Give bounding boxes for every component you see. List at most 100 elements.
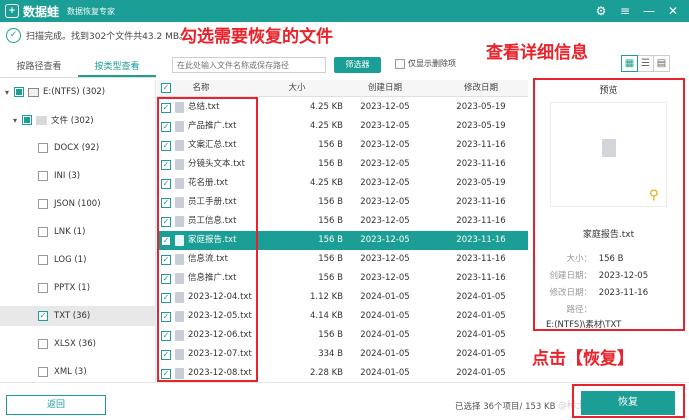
scan-status-text: 扫描完成。找到302个文件共43.2 MB。 <box>26 31 189 42</box>
tree-node-type[interactable]: LOG (1) <box>38 250 86 270</box>
tree-node-type[interactable]: JSON (100) <box>38 194 101 214</box>
file-created: 2024-01-05 <box>360 349 410 359</box>
back-button[interactable]: 返回 <box>6 395 106 415</box>
file-size: 156 B <box>318 197 343 207</box>
file-created: 2024-01-05 <box>360 311 410 321</box>
tree-node-type[interactable]: INI (3) <box>38 166 80 186</box>
file-modified: 2024-01-05 <box>456 292 506 302</box>
minimize-icon[interactable]: — <box>637 0 661 22</box>
annotation-view-details: 查看详细信息 <box>486 43 588 63</box>
app-subtitle: 数据恢复专家 <box>67 6 116 16</box>
file-size: 2.28 KB <box>309 368 343 378</box>
search-input[interactable] <box>172 57 326 73</box>
tree-node-type[interactable]: XLSX (36) <box>38 334 96 354</box>
tree-node-folder[interactable]: ▾ 文件 (302) <box>10 110 94 130</box>
column-size[interactable]: 大小 <box>269 80 325 97</box>
type-checkbox[interactable]: ✓ <box>38 311 48 321</box>
drive-checkbox[interactable] <box>14 87 24 97</box>
file-created: 2023-12-05 <box>360 235 410 245</box>
tree-node-type[interactable]: LNK (1) <box>38 222 85 242</box>
tree-node-label: E:(NTFS) (302) <box>43 87 106 97</box>
menu-icon[interactable]: ≡ <box>613 0 637 22</box>
column-modified[interactable]: 修改日期 <box>441 80 521 97</box>
file-created: 2023-12-05 <box>360 159 410 169</box>
file-modified: 2024-01-05 <box>456 349 506 359</box>
type-checkbox[interactable] <box>38 171 48 181</box>
settings-icon[interactable]: ⚙ <box>589 0 613 22</box>
type-checkbox[interactable] <box>38 367 48 377</box>
chevron-down-icon[interactable]: ▾ <box>2 88 12 97</box>
folder-icon <box>36 115 47 125</box>
annotation-click-recover: 点击【恢复】 <box>532 349 634 369</box>
filter-button[interactable]: 筛选器 <box>334 57 381 73</box>
type-label: DOCX (92) <box>54 143 100 153</box>
window-controls: ⚙ ≡ — ✕ <box>589 0 685 22</box>
file-size: 4.25 KB <box>309 102 343 112</box>
app-logo: + 数据蛙 <box>5 3 59 20</box>
type-checkbox[interactable] <box>38 227 48 237</box>
drive-icon <box>28 87 39 97</box>
close-icon[interactable]: ✕ <box>661 0 685 22</box>
file-size: 334 B <box>318 349 343 359</box>
type-checkbox[interactable] <box>38 339 48 349</box>
file-modified: 2023-05-19 <box>456 178 506 188</box>
type-label: XLSX (36) <box>54 339 96 349</box>
type-checkbox[interactable] <box>38 255 48 265</box>
file-modified: 2023-11-16 <box>456 273 506 283</box>
file-created: 2024-01-05 <box>360 292 410 302</box>
app-logo-icon: + <box>5 4 19 18</box>
file-modified: 2023-11-16 <box>456 254 506 264</box>
column-created[interactable]: 创建日期 <box>345 80 425 97</box>
file-created: 2024-01-05 <box>360 330 410 340</box>
tree-node-type[interactable]: ✓ TXT (36) <box>0 306 155 326</box>
file-modified: 2023-11-16 <box>456 235 506 245</box>
type-label: LNK (1) <box>54 227 86 237</box>
file-created: 2023-12-05 <box>360 121 410 131</box>
file-size: 4.14 KB <box>309 311 343 321</box>
file-created: 2023-12-05 <box>360 140 410 150</box>
file-size: 4.25 KB <box>309 121 343 131</box>
grid-view-icon[interactable]: ▦ <box>621 55 638 72</box>
column-name[interactable]: 名称 <box>177 80 225 97</box>
type-label: LOG (1) <box>54 255 87 265</box>
type-label: PPTX (1) <box>54 283 91 293</box>
list-view-icon[interactable]: ☰ <box>637 55 654 72</box>
show-deleted-toggle[interactable]: 仅显示删除项 <box>395 58 456 69</box>
file-modified: 2024-01-05 <box>456 311 506 321</box>
file-created: 2023-12-05 <box>360 178 410 188</box>
type-tree: ▾ E:(NTFS) (302) ▾ 文件 (302) DOCX (92) INI… <box>0 80 156 382</box>
annotation-box-preview <box>533 78 685 331</box>
type-checkbox[interactable] <box>38 143 48 153</box>
file-table-header: ✓ 名称 大小 创建日期 修改日期 <box>157 80 528 97</box>
show-deleted-checkbox[interactable] <box>395 58 405 69</box>
file-created: 2023-12-05 <box>360 254 410 264</box>
file-created: 2024-01-05 <box>360 368 410 378</box>
file-size: 1.12 KB <box>309 292 343 302</box>
check-circle-icon: ✓ <box>6 27 21 43</box>
type-label: TXT (36) <box>54 311 91 321</box>
file-created: 2023-12-05 <box>360 273 410 283</box>
tab-by-type[interactable]: 按类型查看 <box>78 56 156 77</box>
file-size: 4.25 KB <box>309 178 343 188</box>
folder-checkbox[interactable] <box>22 115 32 125</box>
title-bar: + 数据蛙 数据恢复专家 ⚙ ≡ — ✕ <box>0 0 689 22</box>
type-checkbox[interactable] <box>38 283 48 293</box>
tree-node-type[interactable]: PPTX (1) <box>38 278 90 298</box>
chevron-down-icon[interactable]: ▾ <box>10 116 20 125</box>
type-label: INI (3) <box>54 171 81 181</box>
detail-view-icon[interactable]: ▤ <box>653 55 670 72</box>
tree-node-type[interactable]: XML (3) <box>38 362 87 382</box>
tree-node-drive[interactable]: ▾ E:(NTFS) (302) <box>2 82 105 102</box>
select-all-checkbox[interactable]: ✓ <box>161 83 171 93</box>
file-modified: 2023-05-19 <box>456 102 506 112</box>
tree-node-type[interactable]: DOCX (92) <box>38 138 99 158</box>
type-checkbox[interactable] <box>38 199 48 209</box>
file-created: 2023-12-05 <box>360 102 410 112</box>
file-size: 156 B <box>318 330 343 340</box>
file-modified: 2023-11-16 <box>456 197 506 207</box>
file-size: 156 B <box>318 254 343 264</box>
file-modified: 2023-05-19 <box>456 121 506 131</box>
file-modified: 2024-01-05 <box>456 330 506 340</box>
file-size: 156 B <box>318 140 343 150</box>
tab-by-path[interactable]: 按路径查看 <box>0 56 78 77</box>
